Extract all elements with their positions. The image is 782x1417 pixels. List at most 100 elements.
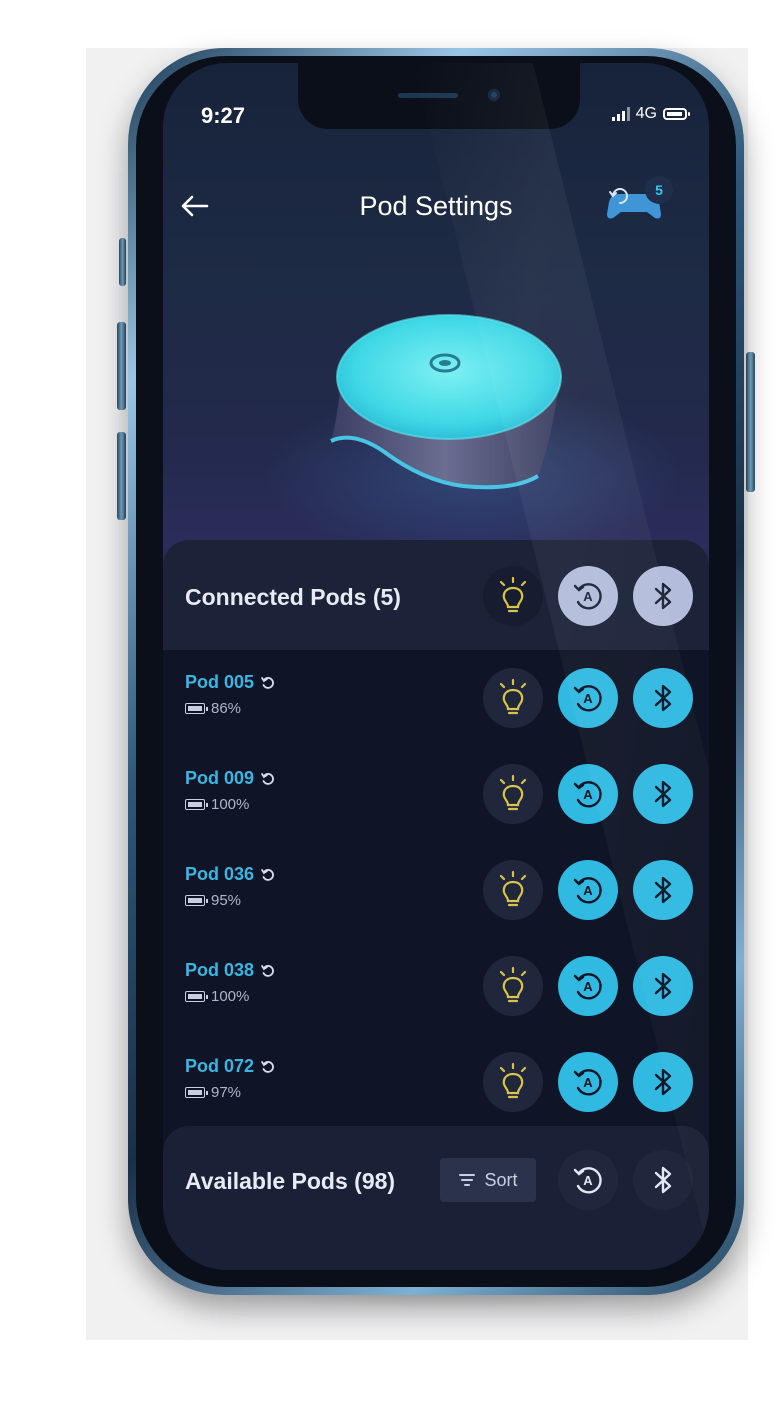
connected-all-light-button[interactable] [483, 566, 543, 626]
pod-name-row[interactable]: Pod 038 [185, 960, 276, 981]
battery-level: 97% [211, 1084, 242, 1101]
battery-icon [185, 1087, 208, 1098]
refresh-icon [261, 772, 274, 785]
svg-text:A: A [583, 589, 593, 604]
app-screen: 9:27 4G Pod Settings 5 Connected Pods (5… [163, 63, 709, 1270]
pod-light-button[interactable] [483, 860, 543, 920]
connected-all-bluetooth-button[interactable] [633, 566, 693, 626]
pod-auto-button[interactable]: A [558, 764, 618, 824]
sort-label: Sort [484, 1169, 518, 1190]
status-time: 9:27 [201, 103, 246, 128]
mute-switch [119, 238, 126, 286]
pod-name: Pod 036 [185, 864, 255, 884]
pod-bluetooth-button[interactable] [633, 860, 693, 920]
refresh-icon [261, 676, 274, 689]
pod-bluetooth-button[interactable] [633, 668, 693, 728]
pod-light-button[interactable] [483, 956, 543, 1016]
bluetooth-icon [654, 972, 672, 1000]
pod-light-button[interactable] [483, 668, 543, 728]
svg-text:A: A [583, 979, 593, 994]
pod-auto-button[interactable]: A [558, 860, 618, 920]
pod-light-button[interactable] [483, 764, 543, 824]
battery-icon [185, 703, 208, 714]
volume-up-button [117, 322, 126, 410]
bluetooth-icon [654, 780, 672, 808]
pod-row: Pod 072 97% A [163, 1034, 709, 1130]
gamepad-count-badge: 5 [645, 176, 673, 204]
bluetooth-icon [654, 1068, 672, 1096]
bulb-icon [499, 870, 527, 907]
bluetooth-icon [654, 1166, 672, 1194]
battery-icon [185, 895, 208, 906]
bulb-icon [499, 966, 527, 1003]
pod-row: Pod 009 100% A [163, 746, 709, 842]
speaker [398, 93, 458, 98]
available-pods-header: Available Pods (98) A [163, 1126, 709, 1270]
pod-battery: 100% [185, 796, 249, 813]
refresh-icon [261, 964, 274, 977]
battery-level: 86% [211, 700, 242, 717]
svg-text:A: A [583, 787, 593, 802]
battery-level: 100% [211, 988, 250, 1005]
notch [298, 63, 580, 129]
connected-pods-title: Connected Pods (5) [185, 584, 401, 610]
auto-rotate-icon: A [573, 781, 602, 808]
sort-button[interactable]: Sort [440, 1158, 536, 1202]
pod-name: Pod 009 [185, 768, 255, 788]
pod-name: Pod 072 [185, 1056, 255, 1076]
volume-down-button [117, 432, 126, 520]
bulb-icon [499, 1062, 527, 1099]
bluetooth-icon [654, 684, 672, 712]
refresh-icon [261, 868, 274, 881]
battery-icon [185, 991, 208, 1002]
pod-bluetooth-button[interactable] [633, 764, 693, 824]
signal-icon [611, 107, 630, 121]
refresh-icon [261, 1060, 274, 1073]
available-all-bluetooth-button[interactable] [633, 1150, 693, 1210]
bulb-icon [499, 774, 527, 811]
front-camera [488, 89, 500, 101]
gamepad-button[interactable]: 5 [603, 176, 673, 224]
network-type: 4G [635, 105, 657, 122]
status-icons: 4G [611, 105, 690, 123]
pod-row: Pod 038 100% A [163, 938, 709, 1034]
pod-row: Pod 036 95% A [163, 842, 709, 938]
connected-pods-list: Pod 005 86% A Pod 009 100% A Pod 036 95%… [163, 650, 709, 1130]
svg-text:A: A [583, 1075, 593, 1090]
svg-text:A: A [583, 691, 593, 706]
connected-all-auto-button[interactable]: A [558, 566, 618, 626]
auto-rotate-icon: A [573, 973, 602, 1000]
pod-auto-button[interactable]: A [558, 1052, 618, 1112]
auto-rotate-icon: A [573, 877, 602, 904]
battery-level: 100% [211, 796, 250, 813]
available-all-auto-button[interactable]: A [558, 1150, 618, 1210]
battery-icon [185, 799, 208, 810]
bulb-icon [499, 576, 527, 613]
sort-icon [459, 1174, 476, 1186]
pod-bluetooth-button[interactable] [633, 956, 693, 1016]
pod-row: Pod 005 86% A [163, 650, 709, 746]
svg-text:A: A [583, 883, 593, 898]
pod-light-button[interactable] [483, 1052, 543, 1112]
pod-battery: 100% [185, 988, 249, 1005]
auto-rotate-icon: A [573, 1167, 602, 1194]
pod-auto-button[interactable]: A [558, 956, 618, 1016]
pod-name-row[interactable]: Pod 005 [185, 672, 276, 693]
battery-status-icon [663, 108, 690, 120]
auto-rotate-icon: A [573, 685, 602, 712]
pod-battery: 97% [185, 1084, 241, 1101]
pod-name-row[interactable]: Pod 036 [185, 864, 276, 885]
pod-name-row[interactable]: Pod 009 [185, 768, 276, 789]
bulb-icon [499, 678, 527, 715]
pod-bluetooth-button[interactable] [633, 1052, 693, 1112]
auto-rotate-icon: A [573, 1069, 602, 1096]
pod-auto-button[interactable]: A [558, 668, 618, 728]
pod-name: Pod 005 [185, 672, 255, 692]
auto-rotate-icon: A [573, 583, 602, 610]
pod-name-row[interactable]: Pod 072 [185, 1056, 276, 1077]
bluetooth-icon [654, 876, 672, 904]
power-button [746, 352, 755, 492]
battery-level: 95% [211, 892, 242, 909]
bluetooth-icon [654, 582, 672, 610]
pod-device-image [330, 314, 562, 490]
